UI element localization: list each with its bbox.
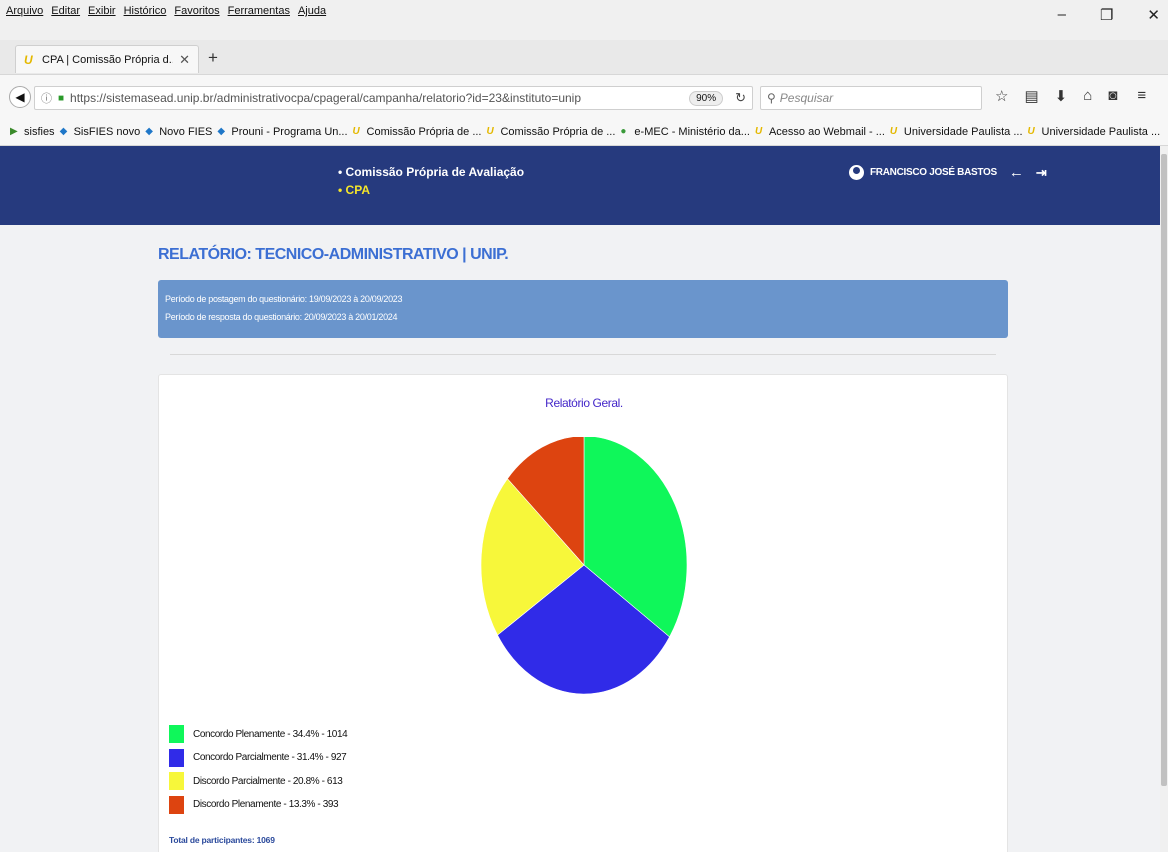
legend-label: Discordo Plenamente - 13.3% - 393 [193,799,339,810]
user-name: FRANCISCO JOSÉ BASTOS [870,167,997,178]
bookmark-item[interactable]: ▶ sisfies [10,126,55,138]
info-icon[interactable]: ⓘ [41,90,52,106]
search-icon: ⚲ [767,91,776,105]
legend-swatch [169,725,184,743]
page-content: • Comissão Própria de Avaliação • CPA FR… [0,146,1160,852]
home-icon[interactable]: ⌂ [1083,87,1092,105]
legend-swatch [169,748,184,767]
legend-swatch [169,795,184,814]
minimize-icon[interactable]: – [1058,6,1066,24]
menu-favoritos[interactable]: Favoritos [174,5,219,17]
browser-menubar: Arquivo Editar Exibir Histórico Favorito… [0,0,1168,40]
unip-icon: U [889,126,898,137]
menu-list: Arquivo Editar Exibir Histórico Favorito… [6,5,326,17]
bookmark-item[interactable]: ◆ Novo FIES [145,126,212,138]
bookmark-item[interactable]: U Universidade Paulista ... [1028,126,1161,138]
bookmark-item[interactable]: ◆ SisFIES novo [60,126,141,138]
divider [170,354,996,355]
unip-icon: U [352,126,360,137]
menu-ferramentas[interactable]: Ferramentas [228,5,290,17]
legend-label: Concordo Parcialmente - 31.4% - 927 [193,752,347,763]
close-window-icon[interactable]: ✕ [1147,6,1160,24]
tab-title: CPA | Comissão Própria d... [42,53,174,66]
response-period: Período de resposta do questionário: 20/… [165,312,398,322]
tab-cpa[interactable]: U CPA | Comissão Própria d... ✕ [15,45,199,73]
back-arrow-icon[interactable]: ← [1009,164,1024,181]
user-avatar-icon [849,165,864,180]
fies-icon: ◆ [145,126,153,137]
hamburger-menu-icon[interactable]: ≡ [1137,87,1146,105]
nav-link-comissao[interactable]: • Comissão Própria de Avaliação [338,165,524,179]
download-icon[interactable]: ⬇ [1055,87,1068,105]
scrollbar-thumb[interactable] [1161,154,1167,786]
menu-historico[interactable]: Histórico [124,5,167,17]
prouni-icon: ◆ [217,126,226,137]
new-tab-icon[interactable]: + [208,48,218,68]
chart-card: Relatório Geral. Concordo Plenamente - 3… [158,374,1008,852]
bookmark-item[interactable]: U Comissão Própria de ... [486,126,615,138]
search-bar[interactable]: ⚲ Pesquisar [760,86,982,110]
legend-item: Concordo Parcialmente - 31.4% - 927 [169,747,347,769]
toolbar-icons: ☆ ▤ ⬇ ⌂ ◙ ≡ [995,87,1146,105]
logout-icon[interactable]: ⇥ [1036,165,1047,181]
emec-icon: ● [620,126,627,137]
url-text[interactable]: https://sistemasead.unip.br/administrati… [70,91,683,105]
nav-link-cpa[interactable]: • CPA [338,183,370,197]
pocket-icon[interactable]: ◙ [1108,87,1117,105]
restore-icon[interactable]: ❐ [1100,6,1113,24]
legend-label: Discordo Parcialmente - 20.8% - 613 [193,775,343,787]
search-input[interactable]: Pesquisar [780,91,833,105]
chart-legend: Concordo Plenamente - 34.4% - 1014 Concor… [169,723,348,817]
window-controls: – ❐ ✕ [1058,6,1160,24]
legend-item: Discordo Plenamente - 13.3% - 393 [169,794,347,816]
zoom-badge[interactable]: 90% [689,90,724,106]
reading-list-icon[interactable]: ▤ [1024,87,1038,105]
report-title: RELATÓRIO: TECNICO-ADMINISTRATIVO | UNIP… [158,246,509,263]
sisfies-icon: ▶ [10,126,18,137]
legend-swatch [169,772,184,790]
legend-item: Discordo Parcialmente - 20.8% - 613 [169,770,347,792]
user-box: FRANCISCO JOSÉ BASTOS ← ⇥ [849,164,1047,181]
bookmarks-bar: ▶ sisfies ◆ SisFIES novo ◆ Novo FIES ◆ Proun… [0,118,1168,146]
unip-icon: U [1027,126,1035,137]
bookmark-item[interactable]: U Comissão Própria de ... [353,126,482,138]
menu-editar[interactable]: Editar [51,5,80,17]
bookmark-item[interactable]: ◆ Prouni - Programa Un... [217,126,347,138]
bookmark-star-icon[interactable]: ☆ [995,87,1008,105]
bookmark-item[interactable]: U Universidade Paulista ... [890,126,1023,138]
tab-bar: U CPA | Comissão Própria d... ✕ + [0,40,1168,74]
unip-favicon-icon: U [24,52,33,67]
lock-icon: ■ [58,92,65,104]
close-tab-icon[interactable]: ✕ [179,52,190,68]
legend-label: Concordo Plenamente - 34.4% - 1014 [193,728,348,740]
unip-icon: U [486,126,494,137]
back-arrow-icon[interactable]: ◀ [9,86,31,108]
navigation-bar: ◀ ⓘ ■ https://sistemasead.unip.br/admini… [0,74,1168,118]
unip-icon: U [754,126,763,137]
menu-arquivo[interactable]: Arquivo [6,5,43,17]
bookmark-item[interactable]: U Acesso ao Webmail - ... [755,126,885,138]
reload-icon[interactable]: ↻ [735,90,746,106]
chart-title: Relatório Geral. [545,396,623,410]
posting-period: Período de postagem do questionário: 19/… [165,294,403,304]
site-header: • Comissão Própria de Avaliação • CPA FR… [0,146,1160,225]
legend-item: Concordo Plenamente - 34.4% - 1014 [169,723,348,745]
period-info-box: Período de postagem do questionário: 19/… [158,280,1008,338]
pie-chart [480,437,688,695]
total-participants: Total de participantes: 1069 [169,835,275,845]
menu-exibir[interactable]: Exibir [88,5,116,17]
menu-ajuda[interactable]: Ajuda [298,5,326,17]
page-scrollbar[interactable] [1160,146,1168,852]
bookmark-item[interactable]: ● e-MEC - Ministério da... [620,126,750,138]
fies-icon: ◆ [59,126,68,137]
address-bar[interactable]: ⓘ ■ https://sistemasead.unip.br/administ… [34,86,753,110]
